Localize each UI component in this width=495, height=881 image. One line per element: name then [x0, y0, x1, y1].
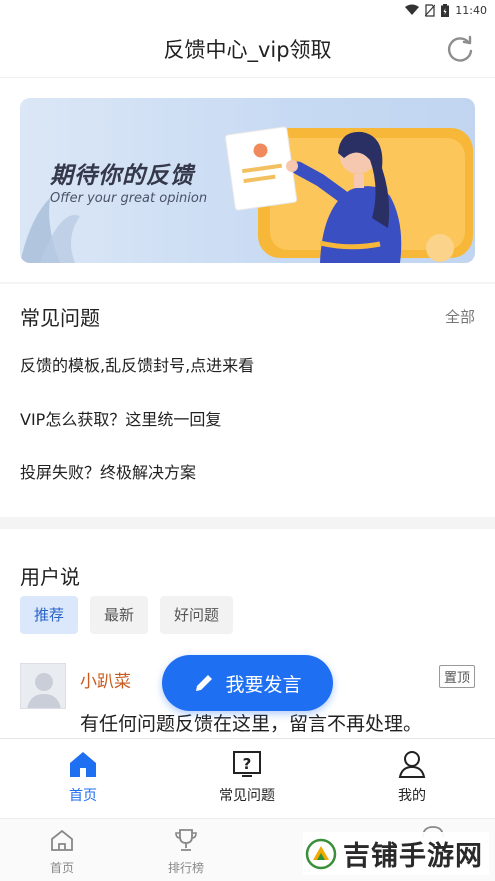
question-box-icon: ?	[233, 751, 261, 777]
post-content[interactable]: 有任何问题反馈在这里，留言不再处理。	[80, 709, 422, 736]
tab-mine-label: 我的	[398, 788, 426, 804]
page-title: 反馈中心_vip领取	[163, 37, 332, 62]
no-sim-icon	[425, 3, 436, 17]
status-time: 11:40	[455, 3, 487, 17]
faq-item[interactable]: 投屏失败？终极解决方案	[20, 459, 196, 483]
tab-home[interactable]: 首页	[33, 749, 133, 805]
bottom-nav-home-label: 首页	[49, 861, 74, 875]
section-divider	[0, 282, 495, 284]
battery-icon	[441, 3, 450, 17]
tab-mine[interactable]: 我的	[362, 749, 462, 805]
pencil-icon	[196, 675, 213, 691]
bottom-nav-ranking[interactable]: 排行榜	[146, 827, 226, 876]
tab-home-label: 首页	[69, 788, 97, 804]
faq-item[interactable]: 反馈的模板,乱反馈封号,点进来看	[20, 352, 254, 376]
post-username[interactable]: 小趴菜	[80, 667, 131, 692]
wifi-icon	[405, 4, 420, 16]
users-heading: 用户说	[20, 565, 80, 589]
post-comment-button[interactable]: 我要发言	[162, 655, 333, 711]
trophy-icon	[175, 829, 197, 851]
tab-latest[interactable]: 最新	[90, 596, 149, 634]
home-icon	[70, 752, 96, 777]
feedback-banner[interactable]: 期待你的反馈 Offer your great opinion	[20, 98, 475, 263]
bottom-nav-ranking-label: 排行榜	[167, 861, 204, 875]
user-placeholder-icon	[27, 673, 61, 708]
watermark-text: 吉铺手游网	[343, 841, 483, 872]
refresh-icon[interactable]	[445, 34, 475, 64]
filter-tabs: 推荐 最新 好问题	[20, 596, 234, 634]
bottom-nav-home[interactable]: 首页	[22, 827, 102, 876]
tab-recommended[interactable]: 推荐	[20, 596, 79, 634]
tab-bar: 首页 ? 常见问题 我的	[0, 738, 495, 818]
pinned-badge: 置顶	[438, 665, 475, 688]
top-app-bar: 反馈中心_vip领取	[0, 20, 495, 78]
avatar[interactable]	[20, 663, 66, 709]
post-comment-label: 我要发言	[225, 673, 302, 696]
user-icon	[398, 751, 426, 778]
status-bar: 11:40	[0, 0, 495, 20]
tab-faq-label: 常见问题	[219, 788, 275, 804]
banner-title: 期待你的反馈	[50, 163, 194, 189]
svg-text:?: ?	[243, 755, 252, 773]
section-divider	[0, 517, 495, 529]
watermark-logo	[305, 838, 337, 869]
faq-all-link[interactable]: 全部	[445, 306, 475, 327]
faq-item[interactable]: VIP怎么获取？这里统一回复	[20, 406, 221, 430]
banner-subtitle: Offer your great opinion	[50, 191, 208, 206]
faq-heading: 常见问题	[20, 306, 100, 330]
home-outline-icon	[51, 829, 73, 851]
tab-faq[interactable]: ? 常见问题	[197, 749, 297, 805]
tab-good-questions[interactable]: 好问题	[160, 596, 234, 634]
watermark: 吉铺手游网	[303, 832, 489, 875]
